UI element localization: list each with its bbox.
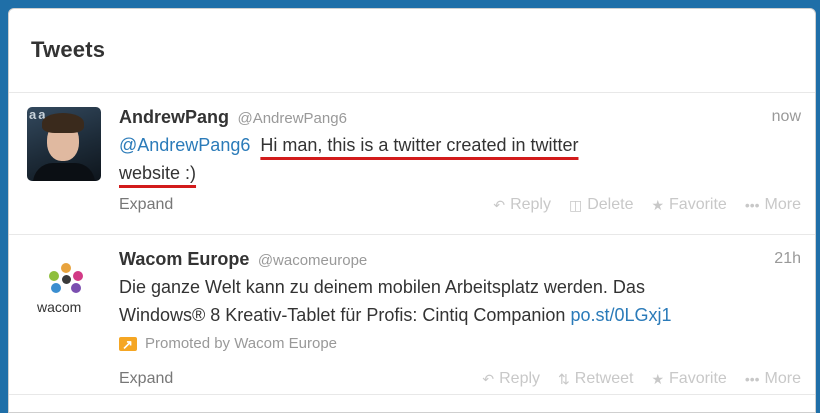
user-handle[interactable]: @AndrewPang6 xyxy=(237,110,346,127)
favorite-label: Favorite xyxy=(669,196,727,213)
tweet-actions: ↶ Reply ◫ Delete ★ Favorite ••• More xyxy=(493,193,801,217)
expand-link[interactable]: Expand xyxy=(119,370,173,387)
tweet-text-line1: Die ganze Welt kann zu deinem mobilen Ar… xyxy=(119,277,645,297)
tweet-content: AndrewPang @AndrewPang6 now @AndrewPang6… xyxy=(119,105,801,187)
wacom-logo-icon xyxy=(47,263,87,295)
delete-label: Delete xyxy=(587,196,634,213)
delete-button[interactable]: ◫ Delete xyxy=(569,193,633,217)
tweet-header: Wacom Europe @wacomeurope 21h xyxy=(119,247,801,271)
tweet-url-link[interactable]: po.st/0LGxj1 xyxy=(570,305,671,325)
tweet-text-part2: website :) xyxy=(119,163,197,183)
expand-link[interactable]: Expand xyxy=(119,196,173,213)
tweet-text-line2: Windows® 8 Kreativ-Tablet für Profis: Ci… xyxy=(119,305,571,325)
panel-header: Tweets xyxy=(9,9,815,93)
favorite-button[interactable]: ★ Favorite xyxy=(651,193,726,217)
avatar[interactable]: wacom xyxy=(27,249,101,323)
reply-label: Reply xyxy=(499,370,541,387)
tweets-panel: Tweets aa AndrewPang @AndrewPang6 now @A… xyxy=(8,8,816,413)
tweet-text: Die ganze Welt kann zu deinem mobilen Ar… xyxy=(119,273,801,329)
retweet-button[interactable]: ⇅ Retweet xyxy=(558,367,633,391)
favorite-label: Favorite xyxy=(669,370,727,387)
promoted-text: Promoted by Wacom Europe xyxy=(145,335,338,352)
user-name[interactable]: Wacom Europe xyxy=(119,249,249,269)
star-icon: ★ xyxy=(651,197,665,213)
retweet-icon: ⇅ xyxy=(558,371,570,387)
promoted-label: Promoted by Wacom Europe xyxy=(119,333,801,356)
reply-label: Reply xyxy=(510,196,551,213)
reply-button[interactable]: ↶ Reply xyxy=(493,193,551,217)
avatar-hair xyxy=(42,113,84,133)
tweet-text-part1: Hi man, this is a twitter created in twi… xyxy=(260,135,579,155)
user-handle[interactable]: @wacomeurope xyxy=(258,252,367,269)
tweet-time[interactable]: now xyxy=(772,105,801,129)
trash-icon: ◫ xyxy=(568,197,583,213)
more-label: More xyxy=(764,370,801,387)
user-name[interactable]: AndrewPang xyxy=(119,107,229,127)
tweet-text: @AndrewPang6 Hi man, this is a twitter c… xyxy=(119,131,801,187)
tweet-item[interactable]: aa AndrewPang @AndrewPang6 now @AndrewPa… xyxy=(9,93,815,235)
reply-arrow-icon: ↶ xyxy=(493,197,506,213)
favorite-button[interactable]: ★ Favorite xyxy=(651,367,726,391)
more-button[interactable]: ••• More xyxy=(745,193,801,217)
tweet-actions: ↶ Reply ⇅ Retweet ★ Favorite ••• More xyxy=(482,367,801,391)
more-label: More xyxy=(764,196,801,213)
retweet-label: Retweet xyxy=(574,370,634,387)
wacom-wordmark: wacom xyxy=(37,299,82,315)
ellipsis-icon: ••• xyxy=(744,197,760,213)
tweet-content: Wacom Europe @wacomeurope 21h Die ganze … xyxy=(119,247,801,356)
star-icon: ★ xyxy=(651,371,665,387)
tweet-time[interactable]: 21h xyxy=(774,247,801,271)
mention-link[interactable]: @AndrewPang6 xyxy=(119,135,250,155)
promoted-arrow-icon xyxy=(119,334,137,356)
avatar[interactable]: aa xyxy=(27,107,101,181)
ellipsis-icon: ••• xyxy=(744,371,760,387)
panel-title: Tweets xyxy=(31,37,106,62)
tweet-header: AndrewPang @AndrewPang6 now xyxy=(119,105,801,129)
reply-arrow-icon: ↶ xyxy=(482,371,495,387)
more-button[interactable]: ••• More xyxy=(745,367,801,391)
tweet-footer: Expand ↶ Reply ◫ Delete ★ Favorite ••• M… xyxy=(119,193,801,217)
tweet-item[interactable]: wacom Wacom Europe @wacomeurope 21h Die … xyxy=(9,235,815,395)
avatar-shirt xyxy=(33,163,95,181)
reply-button[interactable]: ↶ Reply xyxy=(482,367,540,391)
tweet-footer: Expand ↶ Reply ⇅ Retweet ★ Favorite ••• … xyxy=(119,367,801,391)
